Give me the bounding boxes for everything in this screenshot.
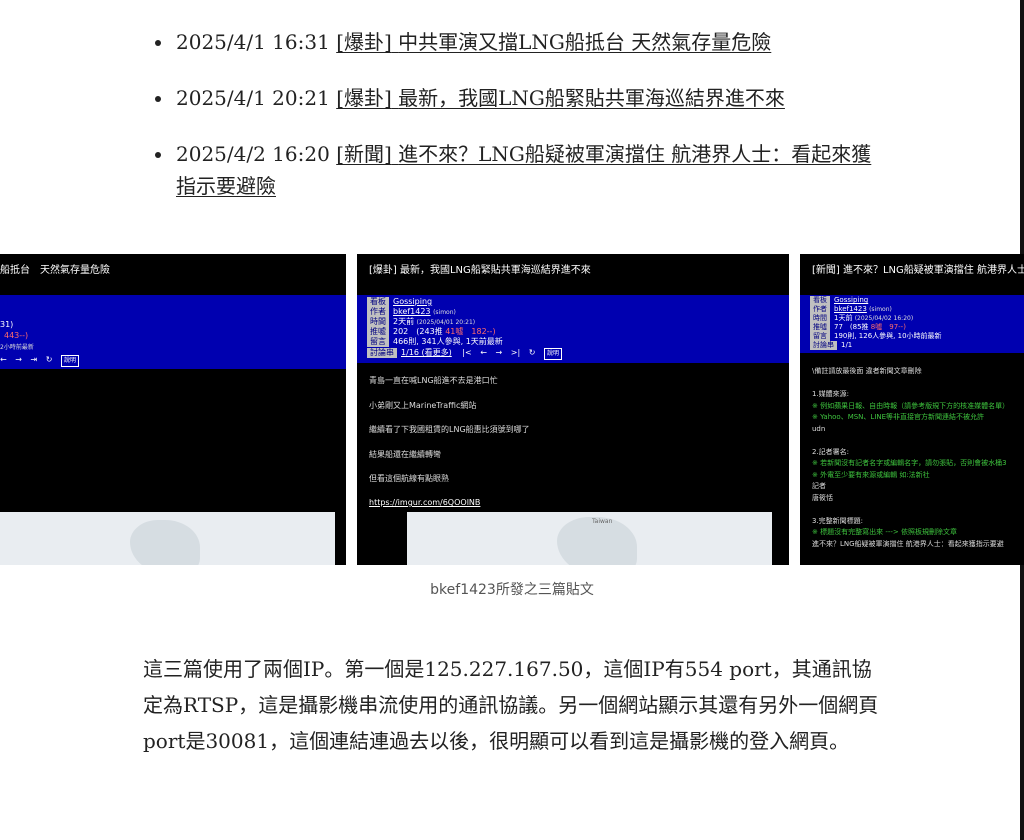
ptt-screenshot-1[interactable]: 船抵台 天然氣存量危險 31) 443--) 2小時前最新 ← → ⇥ ↻ 說明: [0, 254, 346, 565]
post-line: ※ 外電至少要有來源或編輯 如:法新社: [812, 470, 930, 479]
prev-arrow-icon[interactable]: ←: [0, 355, 7, 365]
post-meta-box: 31) 443--) 2小時前最新 ← → ⇥ ↻ 說明: [0, 295, 346, 369]
list-item: 2025/4/2 16:20 [新聞] 進不來？LNG船疑被軍演擋住 航港界人士…: [150, 138, 890, 202]
post-date: 2025/4/2 16:20: [176, 142, 330, 166]
last-icon[interactable]: ⇥: [31, 355, 38, 365]
list-item: 2025/4/1 16:31 [爆卦] 中共軍演又擋LNG船抵台 天然氣存量危險: [150, 26, 890, 58]
post-line: 1.媒體來源:: [812, 390, 850, 398]
post-meta-box: 看板 Gossiping 作者 bkef1423 (simon) 時間 1天前 (20…: [800, 295, 1024, 353]
ptt-screenshot-3[interactable]: [新聞] 進不來？LNG船疑被軍演擋住 航港界人士：看起 看板Gossiping…: [800, 254, 1024, 565]
map-image: [0, 512, 335, 565]
list-item: 2025/4/1 20:21 [爆卦] 最新，我國LNG船緊貼共軍海巡結界進不來: [150, 82, 890, 114]
post-title: [新聞] 進不來？LNG船疑被軍演擋住 航港界人士：看起: [812, 265, 1024, 276]
article-paragraph: 這三篇使用了兩個IP。第一個是125.227.167.50，這個IP有554 p…: [143, 657, 879, 753]
post-date: 2025/4/1 20:21: [176, 86, 330, 110]
ptt-screenshot-2[interactable]: [爆卦] 最新，我國LNG船緊貼共軍海巡結界進不來 看板 Gossiping 作者…: [357, 254, 789, 565]
post-line: \備註請放最後面 違者新聞文章刪除: [812, 367, 922, 375]
post-line: 進不來？LNG船疑被軍演擋住 航港界人士：看起來獲指示要避: [812, 539, 1004, 548]
imgur-link[interactable]: https://imgur.com/6QOOlNB: [369, 498, 480, 508]
refresh-icon[interactable]: ↻: [529, 348, 536, 358]
post-line: 唐筱恬: [812, 493, 833, 502]
figure-caption: bkef1423所發之三篇貼文: [430, 582, 594, 598]
refresh-icon[interactable]: ↻: [46, 355, 53, 365]
post-line: udn: [812, 424, 826, 433]
post-line: ※ Yahoo、MSN、LINE等非直接官方新聞連結不被允許: [812, 413, 985, 421]
post-line: ※ 若新聞沒有記者名字或編輯名字，請勿張貼，否則會被水桶3: [812, 459, 1007, 467]
post-link[interactable]: [爆卦] 中共軍演又擋LNG船抵台 天然氣存量危險: [336, 30, 771, 54]
post-line: 2.記者署名:: [812, 447, 850, 456]
post-line: 記者: [812, 482, 826, 490]
last-icon[interactable]: >|: [511, 348, 520, 358]
tag-button[interactable]: 說明: [543, 348, 562, 360]
thread-nav: ← → ⇥ ↻ 說明: [0, 355, 80, 367]
next-arrow-icon[interactable]: →: [496, 348, 503, 358]
post-line: ※ 例如蘋果日報、自由時報（請參考版規下方的核准媒體名單）: [812, 401, 1010, 410]
next-arrow-icon[interactable]: →: [15, 355, 22, 365]
tag-button[interactable]: 說明: [61, 355, 80, 367]
post-line: 3.完整新聞標題:: [812, 516, 864, 525]
post-date: 2025/4/1 16:31: [176, 30, 330, 54]
prev-arrow-icon[interactable]: ←: [480, 348, 487, 358]
map-image: Taiwan: [407, 512, 772, 565]
first-icon[interactable]: |<: [462, 348, 471, 358]
related-posts-list: 2025/4/1 16:31 [爆卦] 中共軍演又擋LNG船抵台 天然氣存量危險…: [150, 26, 890, 226]
post-title: [爆卦] 最新，我國LNG船緊貼共軍海巡結界進不來: [369, 265, 591, 276]
post-title: 船抵台 天然氣存量危險: [0, 265, 110, 276]
post-line: ※ 標題沒有完整寫出來 ---> 依照板規刪除文章: [812, 528, 957, 536]
post-link[interactable]: [爆卦] 最新，我國LNG船緊貼共軍海巡結界進不來: [336, 86, 785, 110]
post-meta-box: 看板 Gossiping 作者 bkef1423 (simon) 時間 2天前 (20…: [357, 295, 789, 363]
